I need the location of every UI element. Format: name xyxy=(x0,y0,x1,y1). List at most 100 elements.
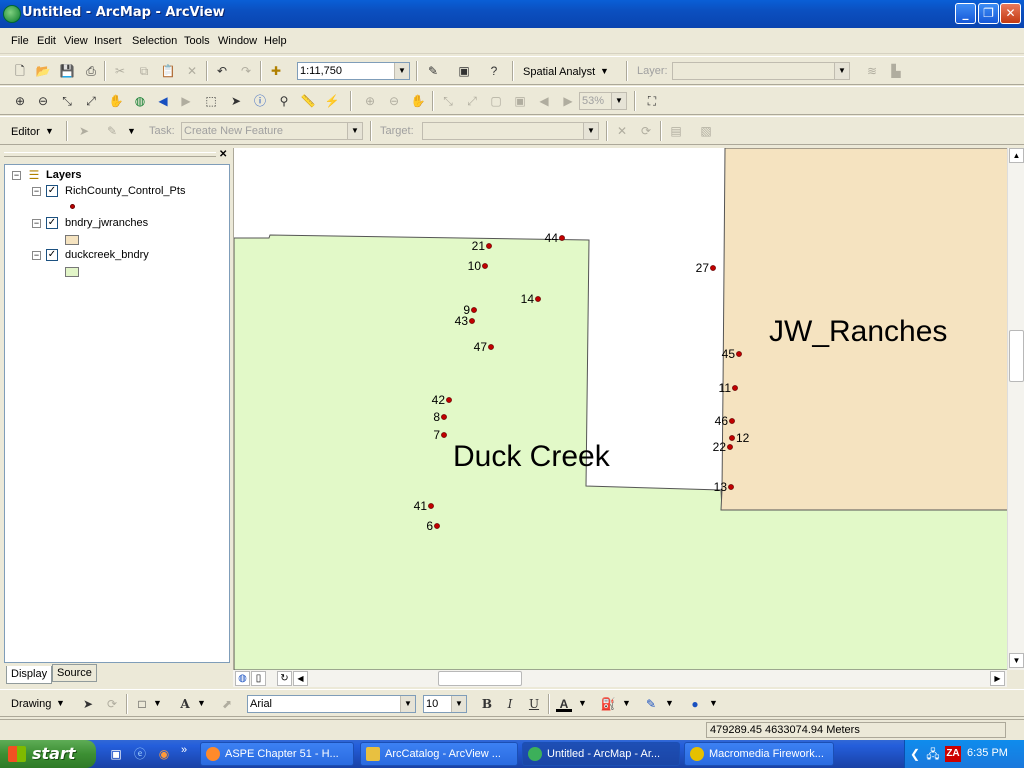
control-point-22[interactable] xyxy=(727,444,733,450)
layout-pan-icon[interactable]: ✋ xyxy=(410,93,426,109)
polygon-symbol-swatch[interactable] xyxy=(65,235,79,245)
save-icon[interactable]: 💾 xyxy=(59,63,75,79)
taskbar-item-arccatalog[interactable]: ArcCatalog - ArcView ... xyxy=(360,742,518,766)
control-point-9[interactable] xyxy=(471,307,477,313)
spatial-analyst-menu[interactable]: Spatial Analyst xyxy=(523,66,595,78)
minimize-button[interactable]: _ xyxy=(955,3,976,24)
select-elements-arrow-icon[interactable]: ➤ xyxy=(228,93,244,109)
chevron-down-icon[interactable]: ▼ xyxy=(197,698,206,708)
delete-icon[interactable]: ✕ xyxy=(184,63,200,79)
layer-name-duckcreek[interactable]: duckcreek_bndry xyxy=(65,249,149,261)
zoom-whole-page-icon[interactable]: ⊕ xyxy=(362,93,378,109)
contours-icon[interactable]: ≋ xyxy=(864,63,880,79)
tab-source[interactable]: Source xyxy=(52,664,97,682)
drawing-menu[interactable]: Drawing xyxy=(11,698,51,710)
line-color-pen-icon[interactable]: ✎ xyxy=(643,696,659,712)
expand-collapse-icon[interactable]: − xyxy=(32,187,41,196)
find-binoculars-icon[interactable]: ⚲ xyxy=(276,93,292,109)
internet-explorer-icon[interactable]: ⓔ xyxy=(132,746,148,762)
taskbar-item-aspe[interactable]: ASPE Chapter 51 - H... xyxy=(200,742,354,766)
chevron-down-icon[interactable]: ▼ xyxy=(56,698,65,708)
layer-visibility-checkbox[interactable]: ✓ xyxy=(46,185,58,197)
zoom-out-icon[interactable]: ⊖ xyxy=(35,93,51,109)
rectangle-icon[interactable]: □ xyxy=(134,696,150,712)
layer-name-jwranches[interactable]: bndry_jwranches xyxy=(65,217,148,229)
identify-icon[interactable]: ⓘ xyxy=(252,93,268,109)
edit-tool-arrow-icon[interactable]: ➤ xyxy=(76,123,92,139)
chevron-down-icon[interactable]: ▼ xyxy=(153,698,162,708)
new-document-icon[interactable]: 🗋 xyxy=(12,63,28,79)
open-folder-icon[interactable]: 📂 xyxy=(35,63,51,79)
tab-display[interactable]: Display xyxy=(6,666,53,684)
menu-insert[interactable]: Insert xyxy=(94,35,122,47)
zoom-whole-page2-icon[interactable]: ▢ xyxy=(488,93,504,109)
whats-this-help-icon[interactable]: ? xyxy=(486,63,502,79)
menu-view[interactable]: View xyxy=(64,35,88,47)
attributes-icon[interactable]: ▤ xyxy=(668,123,684,139)
close-button[interactable]: ✕ xyxy=(1000,3,1021,24)
scroll-right-icon[interactable]: ▶ xyxy=(990,671,1005,686)
vertical-scrollbar[interactable]: ▲ ▼ xyxy=(1007,148,1024,670)
marker-color-icon[interactable]: ● xyxy=(687,696,703,712)
control-point-7[interactable] xyxy=(441,432,447,438)
arctoolbox-icon[interactable]: ▣ xyxy=(456,63,472,79)
chevron-down-icon[interactable]: ▼ xyxy=(347,123,362,139)
control-point-44[interactable] xyxy=(559,235,565,241)
control-point-42[interactable] xyxy=(446,397,452,403)
menu-window[interactable]: Window xyxy=(218,35,257,47)
control-point-12[interactable] xyxy=(729,435,735,441)
italic-icon[interactable]: I xyxy=(502,696,518,712)
sketch-properties-icon[interactable]: ▧ xyxy=(698,123,714,139)
chevron-down-icon[interactable]: ▼ xyxy=(709,698,718,708)
refresh-icon[interactable]: ↻ xyxy=(277,671,292,686)
expand-collapse-icon[interactable]: − xyxy=(32,219,41,228)
menu-file[interactable]: File xyxy=(11,35,29,47)
layout-forward-icon[interactable]: ▶ xyxy=(560,93,576,109)
hyperlink-icon[interactable]: ⚡ xyxy=(324,93,340,109)
sketch-pencil-icon[interactable]: ✎ xyxy=(104,123,120,139)
zoom-100-icon[interactable]: ▣ xyxy=(512,93,528,109)
paste-icon[interactable]: 📋 xyxy=(160,63,176,79)
chevron-down-icon[interactable]: ▼ xyxy=(400,696,415,712)
control-point-10[interactable] xyxy=(482,263,488,269)
control-point-47[interactable] xyxy=(488,344,494,350)
layout-view-icon[interactable]: ▯ xyxy=(251,671,266,686)
layout-zoom-out-icon[interactable]: ⊖ xyxy=(386,93,402,109)
rotate-icon[interactable]: ⟳ xyxy=(104,696,120,712)
chevron-down-icon[interactable]: ▼ xyxy=(583,123,598,139)
chevron-down-icon[interactable]: ▼ xyxy=(834,63,849,79)
start-button[interactable]: start xyxy=(0,740,96,768)
control-point-13[interactable] xyxy=(728,484,734,490)
chevron-down-icon[interactable]: ▼ xyxy=(665,698,674,708)
chevron-down-icon[interactable]: ▼ xyxy=(451,696,466,712)
scroll-up-icon[interactable]: ▲ xyxy=(1009,148,1024,163)
control-point-41[interactable] xyxy=(428,503,434,509)
vertical-scroll-thumb[interactable] xyxy=(1009,330,1024,382)
tray-expand-chevron-icon[interactable]: ❮ xyxy=(907,746,923,762)
layer-name-control-pts[interactable]: RichCounty_Control_Pts xyxy=(65,185,185,197)
layer-visibility-checkbox[interactable]: ✓ xyxy=(46,249,58,261)
close-icon[interactable]: ✕ xyxy=(219,149,227,160)
add-data-icon[interactable]: ✚ xyxy=(268,63,284,79)
editor-toolbar-icon[interactable]: ✎ xyxy=(425,63,441,79)
layer-visibility-checkbox[interactable]: ✓ xyxy=(46,217,58,229)
chevron-down-icon[interactable]: ▼ xyxy=(127,126,136,136)
control-point-8[interactable] xyxy=(441,414,447,420)
back-arrow-icon[interactable]: ◀ xyxy=(155,93,171,109)
control-point-11[interactable] xyxy=(732,385,738,391)
underline-icon[interactable]: U xyxy=(526,696,542,712)
control-point-21[interactable] xyxy=(486,243,492,249)
arcmap-app-icon[interactable] xyxy=(3,5,21,23)
cut-icon[interactable]: ✂ xyxy=(112,63,128,79)
control-point-45[interactable] xyxy=(736,351,742,357)
font-size-combo[interactable]: 10 ▼ xyxy=(423,695,467,713)
network-icon[interactable]: 🖧 xyxy=(925,746,941,762)
menu-selection[interactable]: Selection xyxy=(132,35,177,47)
redo-icon[interactable]: ↷ xyxy=(238,63,254,79)
map-canvas[interactable]: Duck Creek JW_Ranches 442110 271494347 451… xyxy=(234,148,1007,670)
rotate-tool-icon[interactable]: ⟳ xyxy=(638,123,654,139)
pan-hand-icon[interactable]: ✋ xyxy=(108,93,124,109)
undo-icon[interactable]: ↶ xyxy=(214,63,230,79)
control-point-27[interactable] xyxy=(710,265,716,271)
restore-button[interactable]: ❐ xyxy=(978,3,999,24)
